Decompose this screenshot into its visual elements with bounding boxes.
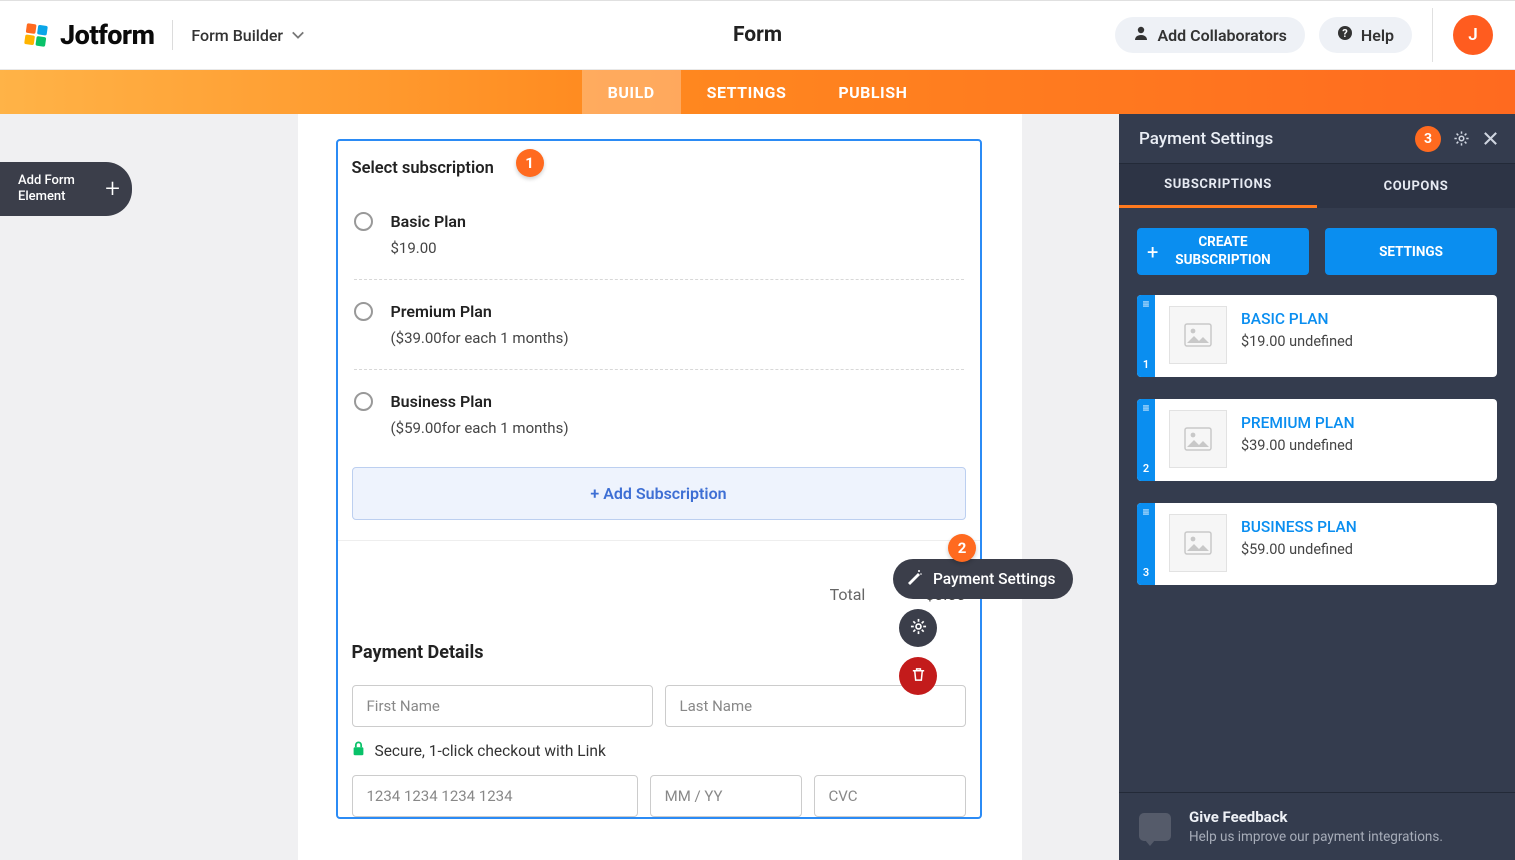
- give-feedback-button[interactable]: Give Feedback Help us improve our paymen…: [1119, 792, 1515, 860]
- plan-price: ($39.00for each 1 months): [391, 329, 569, 347]
- plan-name: Business Plan: [391, 392, 569, 411]
- divider: [172, 20, 173, 50]
- help-button[interactable]: ? Help: [1319, 17, 1412, 53]
- chevron-down-icon: [291, 28, 305, 42]
- mode-dropdown[interactable]: Form Builder: [191, 26, 305, 45]
- delete-field-button[interactable]: [899, 657, 937, 695]
- add-subscription-button[interactable]: + Add Subscription: [352, 467, 966, 520]
- help-icon: ?: [1337, 25, 1353, 45]
- app-header: Jotform Form Builder Form Add Collaborat…: [0, 0, 1515, 70]
- subscription-card[interactable]: ≡2 PREMIUM PLAN $39.00 undefined: [1137, 399, 1497, 481]
- subscription-option[interactable]: Business Plan ($59.00for each 1 months): [354, 370, 964, 459]
- subscription-card[interactable]: ≡3 BUSINESS PLAN $59.00 undefined: [1137, 503, 1497, 585]
- field-label[interactable]: Select subscription: [338, 159, 980, 202]
- svg-text:?: ?: [1342, 27, 1348, 40]
- payment-settings-panel: Payment Settings 3 SUBSCRIPTIONS COUPONS…: [1119, 114, 1515, 860]
- lock-icon: [352, 741, 365, 761]
- settings-button[interactable]: SETTINGS: [1325, 228, 1497, 275]
- form-card: Select subscription 1 Basic Plan $19.00 …: [298, 114, 1022, 860]
- feedback-title: Give Feedback: [1189, 808, 1443, 826]
- panel-close-button[interactable]: [1482, 130, 1499, 147]
- subscription-card[interactable]: ≡1 BASIC PLAN $19.00 undefined: [1137, 295, 1497, 377]
- drag-handle[interactable]: ≡1: [1137, 295, 1155, 377]
- payment-field[interactable]: Select subscription 1 Basic Plan $19.00 …: [336, 139, 982, 819]
- total-label: Total: [830, 585, 866, 604]
- panel-title: Payment Settings: [1139, 129, 1273, 149]
- form-canvas: Select subscription 1 Basic Plan $19.00 …: [200, 114, 1119, 860]
- add-form-element-button[interactable]: Add Form Element +: [0, 162, 132, 216]
- plan-name: Premium Plan: [391, 302, 569, 321]
- tab-build[interactable]: BUILD: [582, 70, 681, 114]
- plus-icon: +: [1147, 239, 1158, 265]
- payment-details-heading: Payment Details: [352, 642, 980, 663]
- subscription-name: PREMIUM PLAN: [1241, 414, 1355, 432]
- subscription-name: BUSINESS PLAN: [1241, 518, 1357, 536]
- callout-badge-2: 2: [948, 534, 976, 562]
- wand-icon: [905, 568, 923, 590]
- image-placeholder-icon: [1169, 306, 1227, 364]
- create-subscription-button[interactable]: + CREATE SUBSCRIPTION: [1137, 228, 1309, 275]
- field-action-column: 2 Payment Settings: [893, 559, 1073, 695]
- subscription-option[interactable]: Basic Plan $19.00: [354, 202, 964, 280]
- tab-publish[interactable]: PUBLISH: [812, 70, 933, 114]
- grip-icon: ≡: [1142, 405, 1149, 412]
- image-placeholder-icon: [1169, 410, 1227, 468]
- main-tab-strip: BUILD SETTINGS PUBLISH: [0, 70, 1515, 114]
- card-cvc-input[interactable]: CVC: [814, 775, 966, 817]
- grip-icon: ≡: [1142, 301, 1149, 308]
- payment-details-section: Payment Details First Name Last Name Sec…: [338, 628, 980, 817]
- plan-price: $19.00: [391, 239, 466, 257]
- subscription-options: Basic Plan $19.00 Premium Plan ($39.00fo…: [338, 202, 980, 459]
- payment-settings-pill[interactable]: 2 Payment Settings: [893, 559, 1073, 599]
- image-placeholder-icon: [1169, 514, 1227, 572]
- subscription-price: $59.00 undefined: [1241, 541, 1357, 558]
- first-name-input[interactable]: First Name: [352, 685, 653, 727]
- field-properties-button[interactable]: [899, 609, 937, 647]
- subscription-name: BASIC PLAN: [1241, 310, 1353, 328]
- tab-subscriptions[interactable]: SUBSCRIPTIONS: [1119, 164, 1317, 208]
- body: Add Form Element + Select subscription 1…: [0, 114, 1515, 860]
- form-title[interactable]: Form: [733, 23, 782, 47]
- brand-name: Jotform: [60, 19, 154, 51]
- user-avatar[interactable]: J: [1453, 15, 1493, 55]
- user-icon: [1133, 25, 1149, 45]
- divider: [1432, 8, 1433, 62]
- panel-body: + CREATE SUBSCRIPTION SETTINGS ≡1 BASIC …: [1119, 208, 1515, 792]
- chat-icon: [1139, 813, 1171, 841]
- plan-name: Basic Plan: [391, 212, 466, 231]
- callout-badge-1: 1: [516, 149, 544, 177]
- plus-icon: +: [105, 173, 120, 206]
- subscription-price: $19.00 undefined: [1241, 333, 1353, 350]
- tab-coupons[interactable]: COUPONS: [1317, 164, 1515, 208]
- radio-input[interactable]: [354, 212, 373, 231]
- feedback-subtitle: Help us improve our payment integrations…: [1189, 829, 1443, 845]
- drag-handle[interactable]: ≡3: [1137, 503, 1155, 585]
- gear-icon: [910, 618, 927, 639]
- drag-handle[interactable]: ≡2: [1137, 399, 1155, 481]
- plan-price: ($59.00for each 1 months): [391, 419, 569, 437]
- callout-badge-3: 3: [1415, 126, 1441, 152]
- subscription-price: $39.00 undefined: [1241, 437, 1355, 454]
- subscription-option[interactable]: Premium Plan ($39.00for each 1 months): [354, 280, 964, 370]
- radio-input[interactable]: [354, 392, 373, 411]
- total-row: Total $0.00: [338, 540, 980, 628]
- trash-icon: [910, 666, 927, 687]
- brand-logo[interactable]: Jotform: [22, 19, 154, 51]
- panel-tabs: SUBSCRIPTIONS COUPONS: [1119, 164, 1515, 208]
- secure-checkout-line: Secure, 1-click checkout with Link: [352, 741, 980, 761]
- add-collaborators-button[interactable]: Add Collaborators: [1115, 17, 1304, 53]
- radio-input[interactable]: [354, 302, 373, 321]
- mode-label: Form Builder: [191, 26, 283, 45]
- card-expiry-input[interactable]: MM / YY: [650, 775, 802, 817]
- header-right: Add Collaborators ? Help J: [1115, 8, 1493, 62]
- logo-mark-icon: [22, 20, 50, 50]
- tab-settings[interactable]: SETTINGS: [681, 70, 813, 114]
- panel-header: Payment Settings 3: [1119, 114, 1515, 164]
- grip-icon: ≡: [1142, 509, 1149, 516]
- card-number-input[interactable]: 1234 1234 1234 1234: [352, 775, 638, 817]
- panel-gear-button[interactable]: [1453, 130, 1470, 147]
